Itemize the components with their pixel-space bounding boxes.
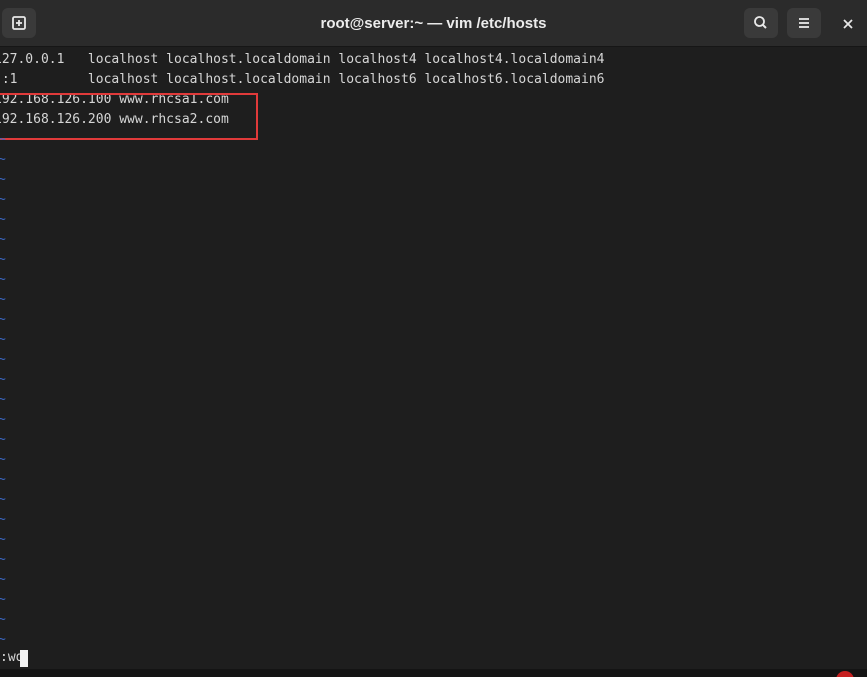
empty-line-tilde: ~ (0, 152, 6, 167)
empty-line-tilde: ~ (0, 472, 6, 487)
empty-line-tilde: ~ (0, 232, 6, 247)
search-icon (754, 16, 767, 29)
menu-button[interactable] (787, 8, 821, 38)
empty-line-tilde: ~ (0, 392, 6, 407)
empty-line-tilde: ~ (0, 312, 6, 327)
window-title: root@server:~ — vim /etc/hosts (320, 15, 547, 32)
hamburger-menu-icon (799, 18, 809, 28)
empty-line-tilde: ~ (0, 532, 6, 547)
title-bar: root@server:~ — vim /etc/hosts (0, 0, 867, 47)
highlight-annotation-box (0, 93, 258, 140)
vim-editor[interactable]: 127.0.0.1 localhost localhost.localdomai… (0, 48, 867, 677)
empty-line-tilde: ~ (0, 492, 6, 507)
empty-line-tilde: ~ (0, 352, 6, 367)
search-button[interactable] (744, 8, 778, 38)
hosts-line-ipv6[interactable]: ::1 localhost localhost.localdomain loca… (0, 70, 604, 90)
hosts-line-ipv4[interactable]: 127.0.0.1 localhost localhost.localdomai… (0, 50, 604, 70)
empty-line-tilde: ~ (0, 572, 6, 587)
empty-line-tilde: ~ (0, 332, 6, 347)
empty-line-tilde: ~ (0, 132, 6, 147)
empty-line-tilde: ~ (0, 452, 6, 467)
bottom-edge (0, 669, 867, 677)
empty-line-tilde: ~ (0, 172, 6, 187)
empty-line-tilde: ~ (0, 372, 6, 387)
close-icon (843, 19, 853, 29)
empty-line-tilde: ~ (0, 252, 6, 267)
empty-line-tilde: ~ (0, 552, 6, 567)
empty-line-tilde: ~ (0, 592, 6, 607)
empty-line-tilde: ~ (0, 212, 6, 227)
empty-line-tilde: ~ (0, 272, 6, 287)
terminal-window: root@server:~ — vim /etc/hosts 127.0.0.1… (0, 0, 867, 677)
empty-line-tilde: ~ (0, 512, 6, 527)
close-button[interactable] (836, 12, 860, 36)
empty-line-tilde: ~ (0, 192, 6, 207)
empty-line-tilde: ~ (0, 632, 6, 647)
empty-line-tilde: ~ (0, 432, 6, 447)
empty-line-tilde: ~ (0, 412, 6, 427)
text-cursor (20, 650, 28, 667)
empty-line-tilde: ~ (0, 612, 6, 627)
empty-line-tilde: ~ (0, 292, 6, 307)
